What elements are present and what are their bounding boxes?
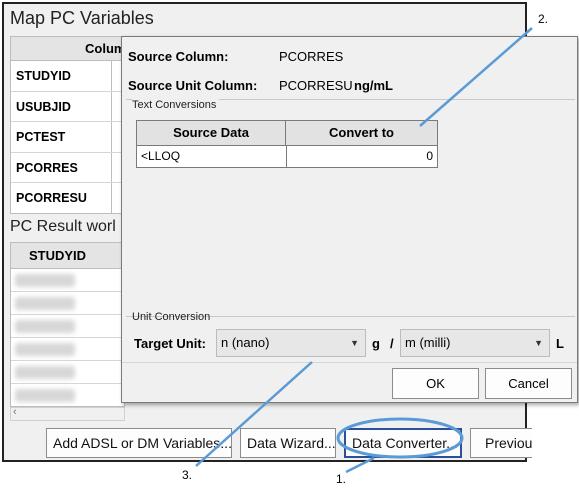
text-conversions-group: Text Conversions Source Data Convert to … <box>126 99 575 317</box>
table-header-row: Source Data Convert to <box>137 121 437 146</box>
target-unit-label: Target Unit: <box>134 336 206 351</box>
convert-to-cell[interactable]: 0 <box>286 146 437 167</box>
table-row[interactable] <box>11 338 124 361</box>
ok-button[interactable]: OK <box>392 368 479 399</box>
cell-divider <box>111 61 112 91</box>
convert-to-value: 0 <box>426 149 433 163</box>
callout-number-1: 1. <box>336 472 347 486</box>
source-unit-value: ng/mL <box>354 78 393 93</box>
table-row[interactable] <box>11 269 124 292</box>
blurred-value <box>15 297 75 310</box>
cell-divider <box>111 91 112 121</box>
previous-button[interactable]: Previou <box>470 428 532 458</box>
studyid-header[interactable]: STUDYID <box>11 243 124 269</box>
blurred-value <box>15 389 75 402</box>
scroll-left-icon[interactable]: ‹ <box>13 406 17 418</box>
table-row[interactable]: PCORRESU <box>11 183 124 213</box>
table-row[interactable]: USUBJID <box>11 91 124 122</box>
horizontal-scrollbar[interactable]: ‹ <box>10 406 125 421</box>
volume-prefix-value: m (milli) <box>405 335 451 350</box>
cell-divider <box>111 122 112 152</box>
row-label: PCORRESU <box>16 191 87 205</box>
window-title: Map PC Variables <box>10 8 154 28</box>
convert-to-header[interactable]: Convert to <box>286 121 437 145</box>
source-column-value: PCORRES <box>279 49 344 64</box>
blurred-value <box>15 320 75 333</box>
chevron-down-icon: ▼ <box>350 338 359 348</box>
blurred-value <box>15 366 75 379</box>
dialog-footer: OK Cancel <box>122 362 577 402</box>
row-label: PCTEST <box>16 130 66 144</box>
result-table: STUDYID <box>10 242 125 407</box>
table-row[interactable]: PCORRES <box>11 152 124 183</box>
table-row[interactable]: PCTEST <box>11 122 124 153</box>
row-label: PCORRES <box>16 160 78 175</box>
source-data-header[interactable]: Source Data <box>137 121 286 145</box>
gram-unit-label: g <box>372 336 380 351</box>
mass-prefix-dropdown[interactable]: n (nano) ▼ <box>216 329 366 357</box>
add-adsl-dm-variables-button[interactable]: Add ADSL or DM Variables... <box>46 428 232 458</box>
data-converter-dialog: Source Column: PCORRES Source Unit Colum… <box>121 36 578 403</box>
column-header[interactable]: Colum <box>11 37 124 61</box>
volume-prefix-dropdown[interactable]: m (milli) ▼ <box>400 329 550 357</box>
callout-number-3: 3. <box>182 468 193 482</box>
blurred-value <box>15 343 75 356</box>
text-conversions-title: Text Conversions <box>132 99 220 111</box>
blurred-value <box>15 274 75 287</box>
table-row[interactable] <box>11 292 124 315</box>
table-row[interactable] <box>11 361 124 384</box>
data-converter-button[interactable]: Data Converter... <box>344 428 462 458</box>
row-label: STUDYID <box>16 69 71 83</box>
source-unit-column-label: Source Unit Column: <box>128 78 258 93</box>
column-mapping-table: Colum STUDYID USUBJID PCTEST PCORRES PCO… <box>10 36 125 214</box>
callout-number-2: 2. <box>538 12 549 26</box>
mass-prefix-value: n (nano) <box>221 335 270 350</box>
source-data-cell[interactable]: <LLOQ <box>141 146 180 167</box>
unit-conversion-title: Unit Conversion <box>132 311 211 323</box>
cell-divider <box>111 152 112 182</box>
table-row[interactable] <box>11 384 124 406</box>
table-row[interactable] <box>11 315 124 338</box>
table-row[interactable]: <LLOQ 0 <box>137 146 437 168</box>
text-conversions-table: Source Data Convert to <LLOQ 0 <box>136 120 438 168</box>
liter-unit-label: L <box>556 336 564 351</box>
table-row[interactable]: STUDYID <box>11 61 124 92</box>
source-column-label: Source Column: <box>128 49 229 64</box>
result-worksheet-title: PC Result worl <box>10 218 116 235</box>
data-wizard-button[interactable]: Data Wizard... <box>240 428 336 458</box>
cell-divider <box>111 183 112 213</box>
source-unit-column-value: PCORRESU <box>279 78 353 93</box>
row-label: USUBJID <box>16 99 71 114</box>
per-separator: / <box>390 336 394 351</box>
chevron-down-icon: ▼ <box>534 338 543 348</box>
cancel-button[interactable]: Cancel <box>485 368 572 399</box>
